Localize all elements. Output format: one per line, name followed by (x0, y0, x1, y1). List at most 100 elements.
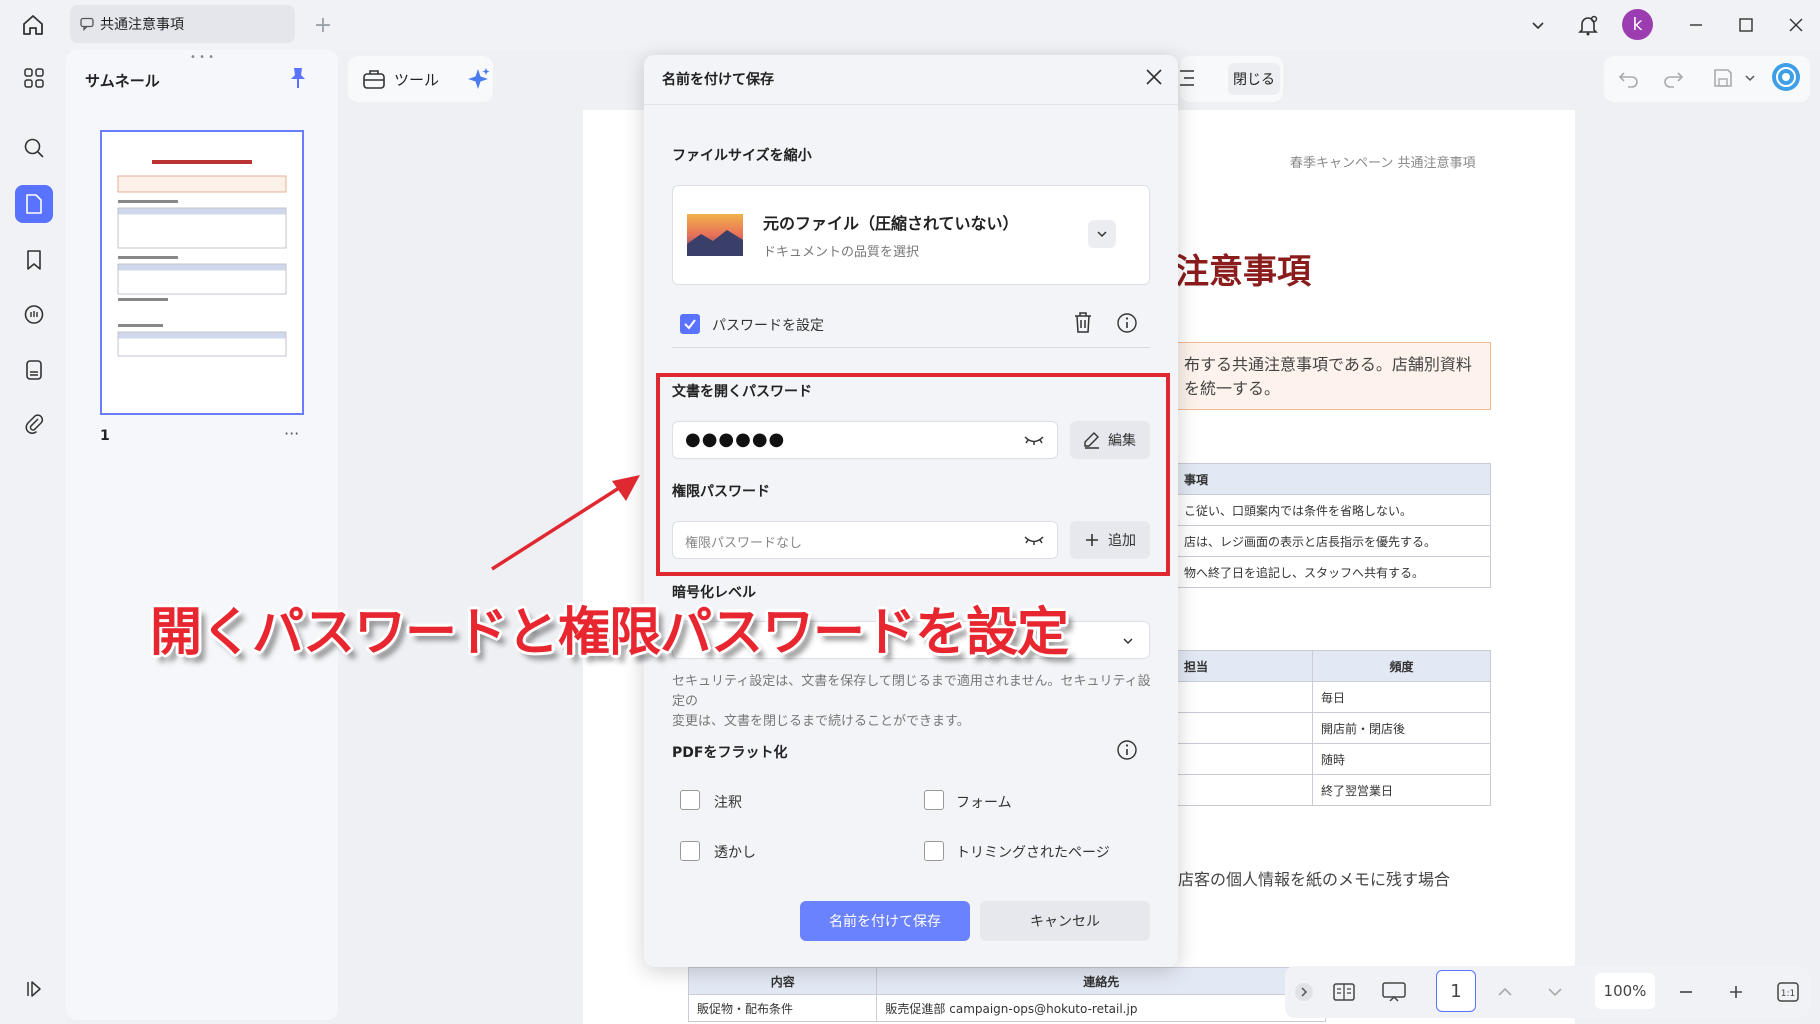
presentation-icon[interactable] (1378, 975, 1410, 1009)
table-cell: 毎日 (1312, 681, 1491, 713)
page-number-input[interactable]: 1 (1436, 970, 1476, 1012)
zoom-in-icon[interactable] (1724, 975, 1748, 1009)
compression-option-title: 元のファイル（圧縮されていない） (763, 214, 1019, 233)
dialog-title: 名前を付けて保存 (662, 72, 774, 88)
redo-icon[interactable] (1662, 68, 1684, 88)
maximize-icon[interactable] (1730, 10, 1762, 40)
compression-select[interactable]: 元のファイル（圧縮されていない） ドキュメントの品質を選択 (672, 185, 1150, 285)
save-as-button[interactable]: 名前を付けて保存 (800, 901, 970, 941)
form-icon[interactable] (15, 351, 53, 389)
table-cell (1175, 774, 1313, 806)
apps-grid-icon[interactable] (15, 59, 53, 97)
table-header: 頻度 (1312, 650, 1491, 682)
sidebar-toggle-icon[interactable] (15, 970, 53, 1008)
save-icon[interactable] (1712, 67, 1734, 89)
comment-icon (80, 17, 94, 31)
security-note: セキュリティ設定は、文書を保存して閉じるまで適用されません。セキュリティ設定の … (672, 672, 1152, 732)
notice-line: 布する共通注意事項である。店舗別資料 (1184, 355, 1472, 374)
tools-toolbar: ツール (348, 56, 493, 102)
set-password-label: パスワードを設定 (712, 318, 824, 334)
avatar[interactable]: k (1622, 9, 1653, 40)
table-header: 連絡先 (876, 967, 1326, 995)
close-document-button[interactable]: 閉じる (1228, 63, 1280, 95)
info-icon[interactable] (1116, 312, 1138, 334)
thumbnail-panel-title: サムネール (85, 72, 160, 90)
two-page-view-icon[interactable] (1328, 975, 1360, 1009)
flatten-cropped-pages-checkbox[interactable] (924, 841, 944, 861)
tab-label: 共通注意事項 (100, 17, 184, 33)
attachment-icon[interactable] (15, 405, 53, 443)
security-note-line: セキュリティ設定は、文書を保存して閉じるまで適用されません。セキュリティ設定の (672, 674, 1151, 709)
flatten-forms-checkbox[interactable] (924, 790, 944, 810)
document-title: 注意事項 (1175, 252, 1311, 292)
pin-icon[interactable] (287, 66, 309, 90)
cancel-button[interactable]: キャンセル (980, 901, 1150, 941)
table-cell: 随時 (1312, 743, 1491, 775)
document-header: 春季キャンペーン 共通注意事項 (1290, 156, 1476, 171)
flatten-option-label: 透かし (714, 845, 756, 861)
table-header: 内容 (687, 967, 878, 995)
close-dialog-icon[interactable] (1144, 67, 1164, 87)
page-thumbnail[interactable] (100, 130, 304, 415)
undo-icon[interactable] (1618, 68, 1640, 88)
new-tab-button[interactable]: + (310, 12, 336, 38)
bookmark-icon[interactable] (15, 241, 53, 279)
compression-option-subtitle: ドキュメントの品質を選択 (763, 245, 920, 260)
list-icon[interactable] (1178, 68, 1196, 88)
annotation-arrow (480, 465, 650, 585)
document-tab[interactable]: 共通注意事項 (70, 5, 295, 43)
thumbnail-more-button[interactable]: ··· (284, 424, 299, 443)
table-cell: 開店前・閉店後 (1312, 712, 1491, 744)
notification-bell-icon[interactable] (1572, 10, 1604, 40)
zoom-level-input[interactable]: 100% (1595, 973, 1655, 1009)
table-cell (1175, 743, 1313, 775)
toolbox-icon[interactable] (362, 68, 386, 90)
expand-chevron-icon[interactable] (1292, 975, 1316, 1009)
table-cell (1175, 681, 1313, 713)
drag-handle[interactable]: • • • (190, 52, 214, 63)
thumbnail-page-number: 1 (100, 428, 110, 444)
notice-line: を統一する。 (1184, 379, 1281, 398)
table-cell: 終了翌営業日 (1312, 774, 1491, 806)
table-header: 事項 (1175, 463, 1491, 495)
document-notice-box: 布する共通注意事項である。店舗別資料 を統一する。 (1175, 342, 1491, 410)
comments-icon[interactable] (15, 296, 53, 334)
info-icon[interactable] (1116, 739, 1138, 761)
delete-icon[interactable] (1072, 311, 1094, 335)
tools-button-label[interactable]: ツール (394, 69, 439, 90)
ai-assistant-icon[interactable] (1771, 62, 1801, 92)
landscape-preview-icon (687, 214, 743, 256)
flatten-option-label: トリミングされたページ (956, 845, 1110, 861)
table-header: 担当 (1175, 650, 1313, 682)
document-text-line: 店客の個人情報を紙のメモに残す場合 (1178, 870, 1451, 889)
document-table-contacts: 内容 連絡先 販促物・配布条件 販売促進部 campaign-ops@hokuto-… (687, 967, 1326, 1022)
set-password-checkbox[interactable] (680, 314, 700, 334)
security-note-line: 変更は、文書を閉じるまで続けることができます。 (672, 714, 970, 729)
annotation-caption: 開くパスワードと権限パスワードを設定 (150, 603, 1069, 663)
document-table-schedule: 担当 頻度 毎日 開店前・閉店後 随時 終了翌営業日 (1175, 650, 1491, 806)
compression-dropdown-chevron-icon[interactable] (1088, 220, 1116, 248)
pages-icon[interactable] (15, 185, 53, 223)
compress-section-label: ファイルサイズを縮小 (672, 148, 812, 164)
next-page-icon[interactable] (1542, 975, 1568, 1009)
flatten-watermark-checkbox[interactable] (680, 841, 700, 861)
actual-size-icon[interactable]: 1:1 (1774, 975, 1802, 1009)
zoom-out-icon[interactable] (1674, 975, 1698, 1009)
close-window-icon[interactable] (1780, 10, 1812, 40)
minimize-icon[interactable] (1680, 10, 1712, 40)
chevron-down-icon (1121, 634, 1135, 648)
previous-page-icon[interactable] (1492, 975, 1518, 1009)
flatten-option-label: フォーム (956, 795, 1012, 811)
flatten-annotations-checkbox[interactable] (680, 790, 700, 810)
home-icon[interactable] (16, 10, 50, 40)
table-cell: 物へ終了日を追記し、スタッフへ共有する。 (1175, 556, 1491, 588)
save-options-chevron-icon[interactable] (1744, 72, 1756, 84)
divider (672, 347, 1150, 348)
flatten-section-label: PDFをフラット化 (672, 745, 788, 761)
document-table-notes: 事項 こ従い、口頭案内では条件を省略しない。 店は、レジ画面の表示と店長指示を優… (1175, 463, 1491, 588)
table-cell (1175, 712, 1313, 744)
chevron-down-icon[interactable] (1522, 10, 1554, 40)
search-icon[interactable] (15, 129, 53, 167)
ai-sparkle-icon[interactable] (465, 66, 491, 92)
table-cell: 店は、レジ画面の表示と店長指示を優先する。 (1175, 525, 1491, 557)
